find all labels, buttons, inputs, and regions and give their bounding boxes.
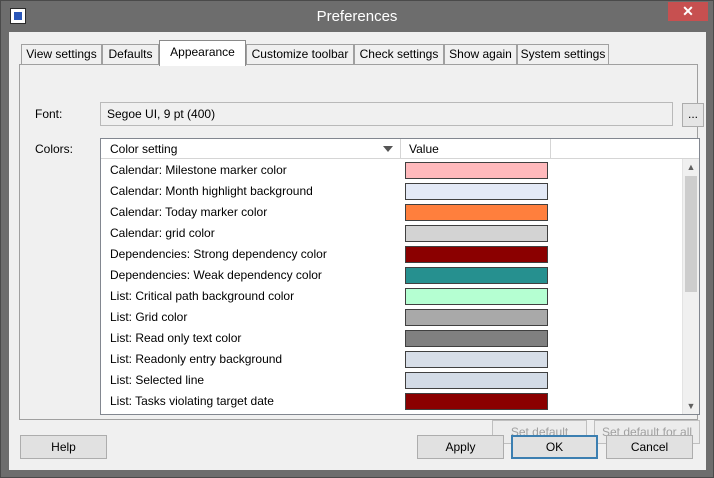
color-row[interactable]: List: Readonly entry background [101, 349, 687, 370]
color-swatch[interactable] [405, 288, 548, 305]
scroll-down-icon[interactable]: ▼ [683, 398, 699, 414]
color-swatch[interactable] [405, 393, 548, 410]
appearance-panel: Font: Segoe UI, 9 pt (400) ... Colors: C… [19, 64, 704, 444]
color-setting-name: Dependencies: Strong dependency color [110, 247, 327, 261]
color-row[interactable]: List: Grid color [101, 307, 687, 328]
close-button[interactable]: ✕ [668, 2, 708, 21]
tab-defaults[interactable]: Defaults [102, 44, 159, 65]
scroll-up-icon[interactable]: ▲ [683, 159, 699, 176]
sort-desc-icon [383, 146, 393, 152]
color-swatch[interactable] [405, 162, 548, 179]
preferences-window: Preferences ✕ View settings Defaults App… [0, 0, 714, 478]
font-browse-button[interactable]: ... [682, 103, 704, 127]
color-swatch[interactable] [405, 204, 548, 221]
color-swatch[interactable] [405, 246, 548, 263]
ok-button[interactable]: OK [511, 435, 598, 459]
dialog-client: View settings Defaults Appearance Custom… [9, 32, 706, 470]
help-button[interactable]: Help [20, 435, 107, 459]
tab-appearance[interactable]: Appearance [159, 40, 246, 66]
color-row[interactable] [101, 412, 687, 415]
color-row[interactable]: Calendar: Milestone marker color [101, 160, 687, 181]
cancel-button[interactable]: Cancel [606, 435, 693, 459]
window-title: Preferences [316, 8, 398, 25]
color-swatch[interactable] [405, 372, 548, 389]
color-row[interactable]: Calendar: Month highlight background [101, 181, 687, 202]
color-setting-name: Calendar: Milestone marker color [110, 163, 287, 177]
color-swatch[interactable] [405, 414, 548, 415]
color-setting-name: Calendar: grid color [110, 226, 215, 240]
font-field: Segoe UI, 9 pt (400) [100, 102, 673, 126]
color-row[interactable]: Calendar: grid color [101, 223, 687, 244]
color-setting-name: List: Grid color [110, 310, 188, 324]
tab-show-again[interactable]: Show again [444, 44, 517, 65]
scroll-thumb[interactable] [685, 176, 697, 292]
color-setting-name: Calendar: Month highlight background [110, 184, 313, 198]
color-row[interactable]: List: Critical path background color [101, 286, 687, 307]
color-row[interactable]: Calendar: Today marker color [101, 202, 687, 223]
title-bar[interactable]: Preferences ✕ [1, 1, 713, 32]
apply-button[interactable]: Apply [417, 435, 504, 459]
color-row[interactable]: List: Read only text color [101, 328, 687, 349]
colors-label: Colors: [35, 142, 74, 156]
vertical-scrollbar[interactable]: ▲ ▼ [682, 159, 699, 414]
color-swatch[interactable] [405, 225, 548, 242]
tab-system-settings[interactable]: System settings [517, 44, 609, 65]
column-header-value[interactable]: Value [401, 139, 551, 159]
color-swatch[interactable] [405, 330, 548, 347]
color-row[interactable]: Dependencies: Weak dependency color [101, 265, 687, 286]
color-swatch[interactable] [405, 183, 548, 200]
tab-check-settings[interactable]: Check settings [354, 44, 444, 65]
list-header: Color setting Value [101, 139, 699, 159]
color-setting-name: Calendar: Today marker color [110, 205, 268, 219]
column-header-setting[interactable]: Color setting [101, 139, 401, 159]
color-setting-name: List: Selected line [110, 373, 205, 387]
color-swatch[interactable] [405, 309, 548, 326]
tab-customize-toolbar[interactable]: Customize toolbar [246, 44, 354, 65]
column-header-setting-label: Color setting [110, 142, 178, 156]
color-setting-name: List: Critical path background color [110, 289, 295, 303]
tab-view-settings[interactable]: View settings [21, 44, 102, 65]
color-setting-name: List: Read only text color [110, 331, 242, 345]
colors-list[interactable]: Color setting Value Calendar: Milestone … [100, 138, 700, 415]
color-setting-name: Dependencies: Weak dependency color [110, 268, 322, 282]
color-rows: Calendar: Milestone marker color Calendar… [101, 160, 687, 415]
color-row[interactable]: List: Selected line [101, 370, 687, 391]
color-setting-name: List: Readonly entry background [110, 352, 283, 366]
color-row[interactable]: Dependencies: Strong dependency color [101, 244, 687, 265]
font-label: Font: [35, 107, 63, 121]
color-swatch[interactable] [405, 267, 548, 284]
color-swatch[interactable] [405, 351, 548, 368]
color-row[interactable]: List: Tasks violating target date [101, 391, 687, 412]
color-setting-name: List: Tasks violating target date [110, 394, 274, 408]
